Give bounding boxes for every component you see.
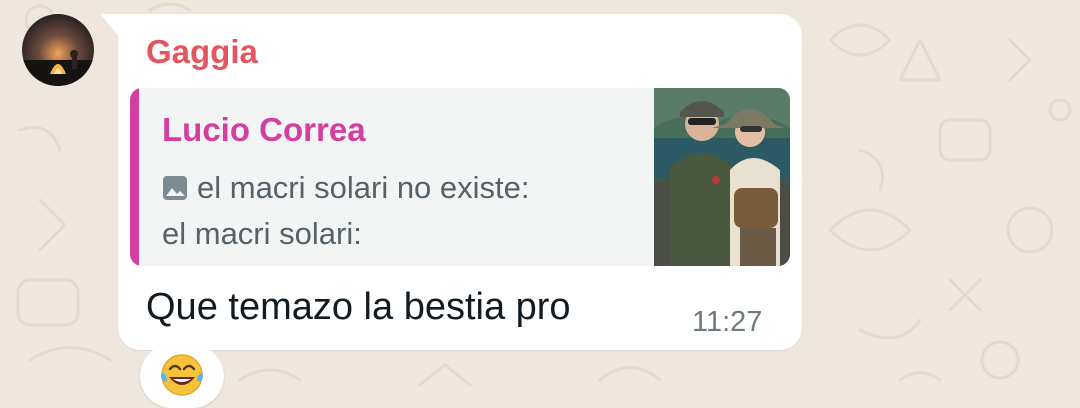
reaction-badge[interactable] bbox=[140, 344, 224, 408]
quoted-text-line1-label: el macri solari no existe: bbox=[197, 170, 530, 205]
message-bubble[interactable]: Gaggia Lucio Correa el macri solari no e… bbox=[118, 14, 802, 350]
quoted-message[interactable]: Lucio Correa el macri solari no existe: … bbox=[130, 88, 790, 266]
avatar-image bbox=[22, 14, 94, 86]
message-timestamp: 11:27 bbox=[692, 306, 763, 338]
quoted-photo-thumbnail bbox=[654, 88, 790, 266]
quote-accent-bar bbox=[130, 88, 139, 266]
quoted-author: Lucio Correa bbox=[162, 111, 366, 148]
face-with-tears-of-joy-icon bbox=[161, 354, 203, 396]
sender-avatar[interactable] bbox=[22, 14, 94, 86]
quoted-text-line2: el macri solari: bbox=[162, 216, 362, 251]
photo-icon bbox=[163, 176, 187, 200]
quoted-text-line1: el macri solari no existe: bbox=[162, 170, 530, 206]
message-text: Que temazo la bestia pro bbox=[146, 286, 571, 328]
sender-name[interactable]: Gaggia bbox=[146, 33, 258, 71]
